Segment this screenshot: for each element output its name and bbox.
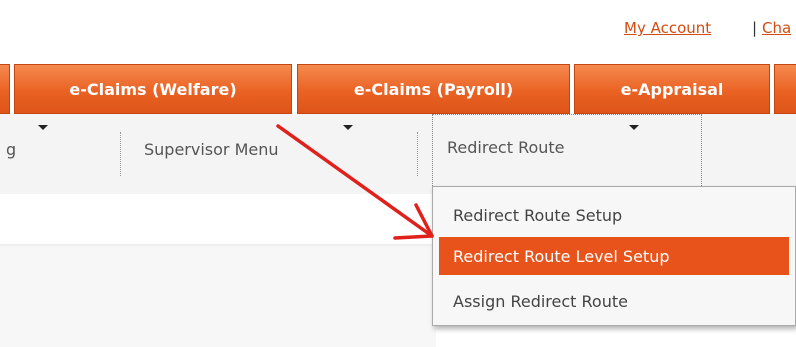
tab-e-claims-welfare[interactable]: e-Claims (Welfare) [14, 64, 292, 114]
menu-item-redirect-route-setup[interactable]: Redirect Route Setup [439, 196, 789, 234]
my-account-link[interactable]: My Account [624, 19, 711, 37]
redirect-route-dropdown: Redirect Route Setup Redirect Route Leve… [432, 186, 796, 326]
cha-link[interactable]: Cha [762, 19, 791, 37]
link-separator: | [752, 19, 758, 37]
chevron-down-icon [38, 125, 48, 130]
tab-e-appraisal[interactable]: e-Appraisal [574, 64, 770, 114]
menu-item-assign-redirect-route[interactable]: Assign Redirect Route [439, 282, 789, 320]
submenu-partial-label: g [6, 139, 17, 159]
tab-partial-left[interactable] [0, 64, 10, 114]
chevron-down-icon [629, 125, 639, 130]
main-tab-bar: e-Claims (Welfare) e-Claims (Payroll) e-… [0, 60, 796, 115]
redirect-route-label: Redirect Route [447, 138, 565, 157]
submenu-item-redirect-route[interactable]: Redirect Route [432, 114, 702, 186]
chevron-down-icon [343, 125, 353, 130]
menu-divider [417, 132, 418, 176]
submenu-item-supervisor[interactable]: Supervisor Menu [144, 114, 279, 184]
tab-partial-right[interactable] [774, 64, 796, 114]
submenu-item-partial[interactable]: g [6, 114, 16, 184]
top-account-bar: My Account | Cha [0, 0, 796, 60]
tab-e-claims-payroll[interactable]: e-Claims (Payroll) [297, 64, 570, 114]
menu-divider [120, 132, 121, 176]
content-panel [0, 246, 436, 347]
menu-item-redirect-route-level-setup[interactable]: Redirect Route Level Setup [439, 237, 789, 275]
supervisor-menu-label: Supervisor Menu [144, 139, 279, 159]
